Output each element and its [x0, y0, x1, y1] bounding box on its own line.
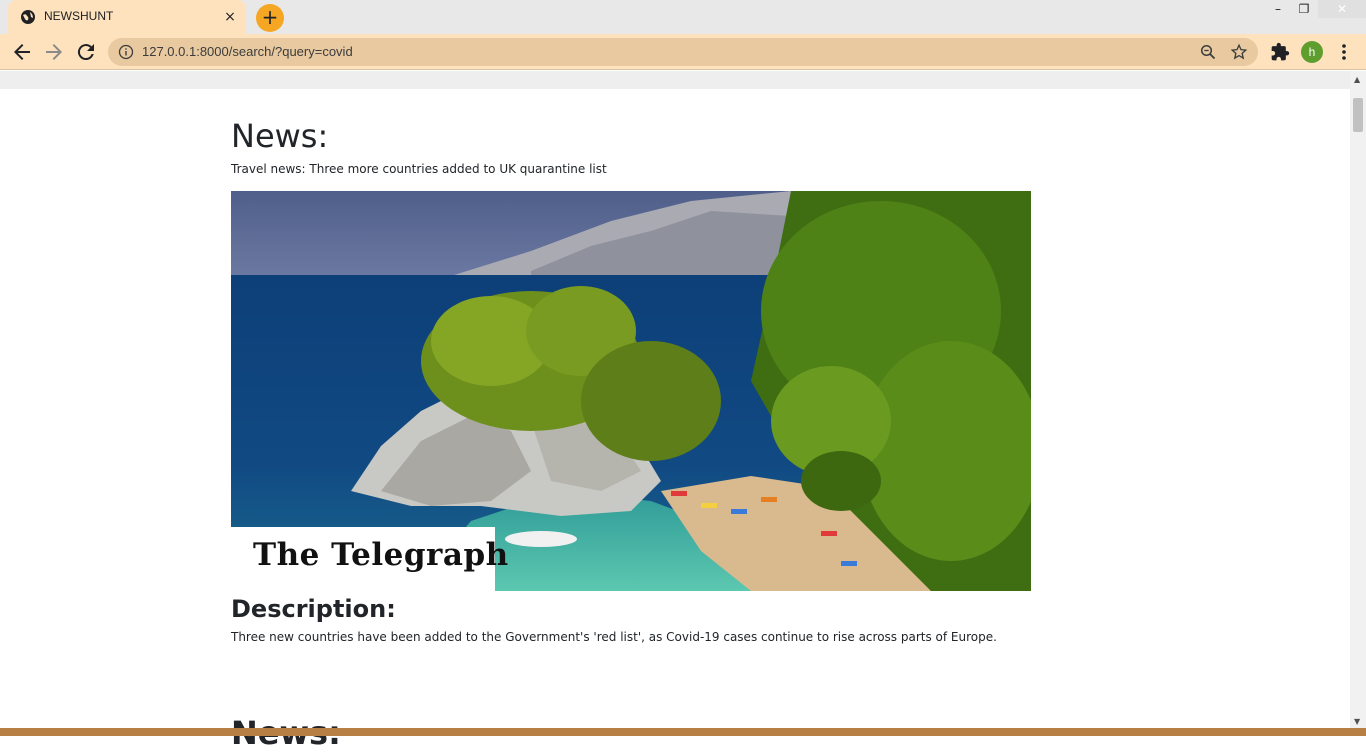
scroll-down-icon[interactable]: ▼: [1354, 717, 1360, 726]
star-icon[interactable]: [1230, 43, 1248, 61]
telegraph-logo-text: The Telegraph: [253, 537, 509, 573]
maximize-button[interactable]: ❐: [1290, 0, 1318, 18]
tab-title: NEWSHUNT: [44, 9, 114, 23]
close-window-button[interactable]: ✕: [1318, 0, 1366, 18]
scroll-thumb[interactable]: [1353, 98, 1363, 132]
new-tab-button[interactable]: +: [256, 4, 284, 32]
os-taskbar: [0, 728, 1366, 736]
puzzle-icon[interactable]: [1270, 42, 1290, 62]
navbar-strip: [0, 71, 1350, 89]
browser-tab[interactable]: NEWSHUNT ×: [8, 0, 246, 34]
telegraph-logo: The Telegraph: [231, 527, 508, 591]
forward-icon[interactable]: [42, 40, 66, 64]
reload-icon[interactable]: [74, 40, 98, 64]
menu-icon[interactable]: [1336, 42, 1352, 62]
description-heading: Description:: [231, 595, 396, 623]
news-heading: News:: [231, 117, 329, 155]
description-text: Three new countries have been added to t…: [231, 630, 997, 644]
address-bar[interactable]: 127.0.0.1:8000/search/?query=covid: [108, 38, 1258, 66]
tab-strip: NEWSHUNT × + – ❐ ✕: [0, 0, 1366, 34]
info-icon[interactable]: [118, 44, 134, 60]
vertical-scrollbar[interactable]: ▲ ▼: [1350, 71, 1366, 728]
news-title: Travel news: Three more countries added …: [231, 162, 607, 176]
back-icon[interactable]: [10, 40, 34, 64]
browser-toolbar: 127.0.0.1:8000/search/?query=covid h: [0, 34, 1366, 70]
globe-icon: [21, 10, 35, 24]
zoom-icon[interactable]: [1200, 44, 1216, 60]
news-image: The Telegraph: [231, 191, 1031, 591]
url-text[interactable]: 127.0.0.1:8000/search/?query=covid: [142, 44, 353, 59]
profile-avatar[interactable]: h: [1301, 41, 1323, 63]
scroll-up-icon[interactable]: ▲: [1354, 75, 1360, 84]
minimize-button[interactable]: –: [1264, 0, 1292, 18]
close-tab-icon[interactable]: ×: [222, 9, 238, 25]
